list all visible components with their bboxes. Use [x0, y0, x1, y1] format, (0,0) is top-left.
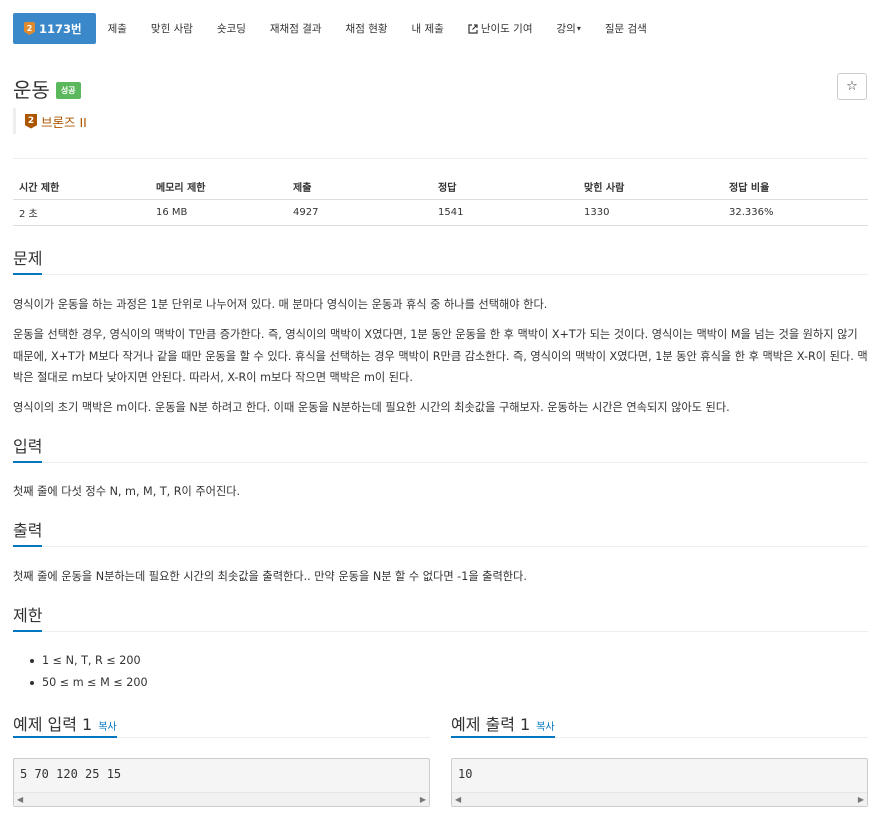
- nav-difficulty-label: 난이도 기여: [480, 23, 533, 35]
- problem-title: 운동: [13, 78, 50, 102]
- list-item: 50 ≤ m ≤ M ≤ 200: [30, 672, 148, 694]
- problem-info-table: 시간 제한 메모리 제한 제출 정답 맞힌 사람 정답 비율 2 초 16 MB…: [13, 175, 868, 226]
- nav-problem-number[interactable]: 2 1173번: [13, 13, 96, 44]
- cell-memory-limit: 16 MB: [150, 199, 287, 226]
- scroll-left-icon[interactable]: ◀: [455, 795, 461, 804]
- nav-difficulty-contribute[interactable]: 난이도 기여: [456, 13, 545, 44]
- tier-label: 브론즈 II: [41, 114, 87, 130]
- cell-solvers: 1330: [578, 199, 723, 226]
- nav-judge-status[interactable]: 채점 현황: [334, 13, 400, 44]
- nav-question-search[interactable]: 질문 검색: [593, 13, 659, 44]
- problem-paragraph-2: 운동을 선택한 경우, 영식이의 맥박이 T만큼 증가한다. 즉, 영식이의 맥…: [13, 328, 868, 384]
- external-link-icon: [468, 23, 478, 34]
- nav-lectures-dropdown[interactable]: 강의 ▾: [544, 13, 592, 44]
- header-time-limit: 시간 제한: [13, 175, 150, 200]
- nav-problem-number-label: 1173번: [39, 21, 82, 36]
- section-title-input: 입력: [13, 436, 43, 463]
- section-header-limit: 제한: [13, 605, 868, 632]
- sample-output-header: 예제 출력 1 복사: [451, 711, 868, 738]
- scroll-left-icon[interactable]: ◀: [17, 795, 23, 804]
- nav-lectures-label: 강의: [556, 23, 576, 35]
- problem-tier[interactable]: 2 브론즈 II: [13, 108, 87, 134]
- section-title-output: 출력: [13, 520, 43, 547]
- section-title-limit: 제한: [13, 605, 43, 632]
- header-accept-ratio: 정답 비율: [723, 175, 868, 200]
- table-row: 2 초 16 MB 4927 1541 1330 32.336%: [13, 199, 868, 226]
- favorite-star-button[interactable]: ☆: [837, 73, 867, 100]
- header-memory-limit: 메모리 제한: [150, 175, 287, 200]
- list-item: 1 ≤ N, T, R ≤ 200: [30, 650, 148, 672]
- sample-output-box[interactable]: 10 ◀ ▶: [451, 758, 868, 807]
- problem-paragraph-1: 영식이가 운동을 하는 과정은 1분 단위로 나누어져 있다. 매 분마다 영식…: [13, 298, 548, 311]
- nav-submit[interactable]: 제출: [96, 13, 139, 44]
- input-paragraph: 첫째 줄에 다섯 정수 N, m, M, T, R이 주어진다.: [13, 485, 241, 498]
- output-paragraph: 첫째 줄에 운동을 N분하는데 필요한 시간의 최솟값을 출력한다.. 만약 운…: [13, 570, 527, 583]
- copy-output-button[interactable]: 복사: [536, 718, 554, 733]
- header-accepted: 정답: [432, 175, 578, 200]
- problem-title-row: 운동 성공: [13, 74, 81, 103]
- table-header-row: 시간 제한 메모리 제한 제출 정답 맞힌 사람 정답 비율: [13, 175, 868, 200]
- section-header-problem: 문제: [13, 248, 868, 275]
- caret-down-icon: ▾: [576, 24, 581, 33]
- sample-output-label: 예제 출력 1: [451, 715, 531, 734]
- header-submissions: 제출: [287, 175, 432, 200]
- sample-input-title: 예제 입력 1 복사: [13, 711, 117, 738]
- nav-my-submissions[interactable]: 내 제출: [400, 13, 456, 44]
- divider: [13, 158, 868, 159]
- scroll-right-icon[interactable]: ▶: [858, 795, 864, 804]
- section-title-problem: 문제: [13, 248, 43, 275]
- sample-input-box[interactable]: 5 70 120 25 15 ◀ ▶: [13, 758, 430, 807]
- cell-accept-ratio: 32.336%: [723, 199, 868, 226]
- sample-output-title: 예제 출력 1 복사: [451, 711, 555, 738]
- sample-input-code: 5 70 120 25 15: [20, 767, 122, 781]
- sample-input-label: 예제 입력 1: [13, 715, 93, 734]
- limit-list: 1 ≤ N, T, R ≤ 200 50 ≤ m ≤ M ≤ 200: [30, 650, 148, 694]
- problem-paragraph-3: 영식이의 초기 맥박은 m이다. 운동을 N분 하려고 한다. 이때 운동을 N…: [13, 401, 730, 414]
- bronze-tier-icon: 2: [24, 22, 35, 35]
- star-icon: ☆: [846, 79, 858, 94]
- section-header-output: 출력: [13, 520, 868, 547]
- header-solvers: 맞힌 사람: [578, 175, 723, 200]
- cell-time-limit: 2 초: [13, 199, 150, 226]
- nav-solvers[interactable]: 맞힌 사람: [139, 13, 205, 44]
- bronze-tier-icon: 2: [25, 113, 37, 129]
- copy-input-button[interactable]: 복사: [98, 718, 116, 733]
- horizontal-scrollbar[interactable]: ◀ ▶: [14, 792, 429, 806]
- status-badge: 성공: [55, 82, 81, 99]
- nav-shortcoding[interactable]: 숏코딩: [205, 13, 258, 44]
- section-header-input: 입력: [13, 436, 868, 463]
- cell-accepted: 1541: [432, 199, 578, 226]
- problem-nav: 2 1173번 제출 맞힌 사람 숏코딩 재채점 결과 채점 현황 내 제출 난…: [13, 13, 659, 44]
- horizontal-scrollbar[interactable]: ◀ ▶: [452, 792, 867, 806]
- sample-input-header: 예제 입력 1 복사: [13, 711, 430, 738]
- sample-output-code: 10: [458, 767, 473, 781]
- nav-rejudge-results[interactable]: 재채점 결과: [258, 13, 334, 44]
- scroll-right-icon[interactable]: ▶: [420, 795, 426, 804]
- cell-submissions: 4927: [287, 199, 432, 226]
